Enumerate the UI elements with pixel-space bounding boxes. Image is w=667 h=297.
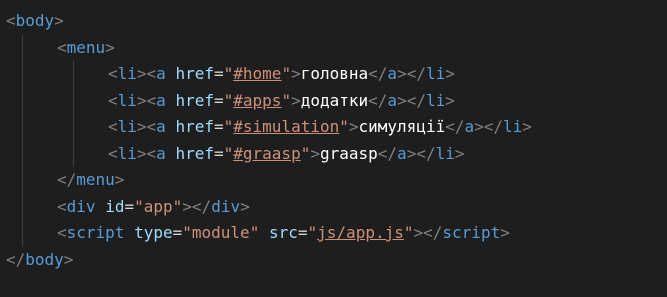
link-text: симуляції [358, 117, 446, 136]
attribute-name: src [268, 223, 298, 242]
code-line-menu-open[interactable]: <menu> [0, 34, 667, 61]
link-text: головна [300, 64, 369, 83]
tag-name: a [156, 143, 166, 163]
tag-name: body [25, 249, 64, 269]
tag-name: li [117, 143, 137, 163]
attribute-name: id [105, 196, 125, 216]
tag-name: menu [66, 37, 106, 57]
code-line-menu-item[interactable]: <li><a href="#simulation">симуляції</a><… [0, 114, 667, 141]
attribute-name: href [175, 143, 214, 163]
indent-guide [73, 61, 74, 88]
tag-name: a [397, 143, 407, 163]
tag-name: div [211, 196, 241, 216]
tag-name: a [387, 64, 398, 83]
tag-name: script [66, 223, 125, 242]
attribute-name: href [175, 90, 214, 110]
tag-name: menu [76, 170, 115, 189]
indent-guide [22, 61, 23, 88]
tag-name: li [117, 117, 137, 136]
attribute-name: href [175, 64, 214, 83]
code-line-div[interactable]: <div id="app"></div> [0, 193, 667, 220]
tag-name: li [117, 90, 137, 110]
href-link[interactable]: #graasp [233, 144, 300, 163]
indent-guide [73, 140, 74, 167]
indent-guide [22, 167, 23, 194]
code-line-menu-close[interactable]: </menu> [0, 167, 667, 194]
indent-guide [22, 193, 23, 220]
link-text: додатки [300, 90, 369, 110]
code-editor[interactable]: <body> <menu> <li><a href="#home">головн… [0, 0, 667, 297]
tag-name: a [156, 117, 166, 136]
link-text: graasp [319, 143, 378, 163]
attribute-value: app [143, 196, 173, 216]
attribute-name: href [175, 117, 214, 136]
indent-guide [22, 220, 23, 247]
indent-guide [22, 140, 23, 167]
tag-name: li [117, 64, 137, 83]
indent-guide [73, 114, 74, 141]
indent-guide [73, 87, 74, 114]
tag-name: li [425, 64, 446, 83]
code-line-menu-item[interactable]: <li><a href="#apps">додатки</a></li> [0, 87, 667, 114]
href-link[interactable]: #apps [233, 91, 281, 110]
code-line-body-open[interactable]: <body> [0, 8, 667, 35]
tag-name: li [503, 117, 523, 136]
href-link[interactable]: #home [233, 64, 281, 83]
tag-name: a [387, 90, 398, 110]
attribute-name: type [134, 223, 173, 242]
tag-name: li [425, 90, 446, 110]
code-line-menu-item[interactable]: <li><a href="#graasp">graasp</a></li> [0, 140, 667, 167]
indent-guide [22, 34, 23, 61]
tag-name: div [66, 196, 96, 216]
tag-name: a [464, 117, 475, 136]
src-link[interactable]: js/app.js [317, 223, 404, 242]
attribute-value: module [191, 223, 250, 242]
href-link[interactable]: #simulation [233, 117, 339, 136]
tag-name: a [156, 90, 166, 110]
tag-name: body [15, 11, 55, 30]
tag-name: a [156, 64, 166, 83]
indent-guide [22, 87, 23, 114]
code-line-script[interactable]: <script type="module" src="js/app.js"></… [0, 220, 667, 247]
code-line-body-close[interactable]: </body> [0, 247, 667, 274]
tag-name: script [442, 223, 501, 242]
indent-guide [22, 114, 23, 141]
tag-name: li [435, 143, 455, 163]
code-line-menu-item[interactable]: <li><a href="#home">головна</a></li> [0, 61, 667, 88]
